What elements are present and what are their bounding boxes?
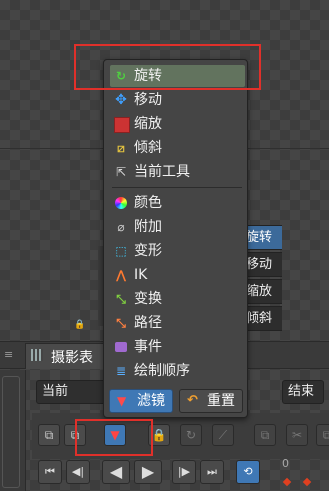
menu-item-label: 变换 [134,291,162,307]
annotation-box [75,419,153,456]
ik-icon: ⋀ [115,268,127,282]
menu-item-label: 路径 [134,315,162,331]
menu-item-label: 当前工具 [134,164,190,180]
keyframe-marker[interactable] [282,477,292,487]
current-dropdown[interactable]: 当前 [36,380,108,404]
menu-item-label: 绘制顺序 [134,363,190,379]
annotation-box [74,44,261,90]
loop-button[interactable]: ↻ [180,424,202,446]
play-forward-button[interactable]: ▶ [134,460,162,484]
current-tool-icon: ⇱ [115,165,127,179]
filter-button-label: 滤镜 [137,393,165,409]
reset-icon: ↶ [187,393,198,408]
end-dropdown-label: 结束 [288,384,315,399]
menu-item-label: 附加 [134,219,162,235]
loop-playback-button[interactable]: ⟲ [236,460,260,484]
timeline-frame-number: 0 [282,457,289,470]
menu-item-ik[interactable]: ⋀ IK [110,264,245,286]
copy-button[interactable]: ⧉ [38,424,60,446]
menu-separator [112,187,242,188]
menu-item-event[interactable]: 事件 [110,336,245,358]
menu-item-label: 缩放 [134,116,162,132]
current-dropdown-label: 当前 [42,384,69,399]
filter-icon: ▼ [117,394,127,408]
keyframe-marker[interactable] [302,477,312,487]
attachment-icon: ⌀ [117,220,125,234]
menu-item-draw-order[interactable]: ≣ 绘制顺序 [110,360,245,382]
menu-item-color[interactable]: 颜色 [110,192,245,214]
menu-item-label: 事件 [134,339,162,355]
transform-constraint-icon: ⤡ [116,292,126,306]
draw-order-icon: ≣ [115,364,127,378]
color-wheel-icon [115,197,127,209]
reset-button-label: 重置 [207,393,235,409]
menu-item-label: 颜色 [134,195,162,211]
right-list-item[interactable]: 移动 [242,252,282,277]
play-backward-button[interactable]: ◀ [102,460,130,484]
menu-item-attachment[interactable]: ⌀ 附加 [110,216,245,238]
menu-item-deform[interactable]: ⬚ 变形 [110,240,245,262]
menu-item-skew[interactable]: ⧄ 倾斜 [110,137,245,159]
end-dropdown[interactable]: 结束 [282,380,324,404]
menu-item-transform[interactable]: ⤡ 变换 [110,288,245,310]
curve-button[interactable]: ⟋ [212,424,234,446]
filter-button[interactable]: ▼ 滤镜 [109,389,173,413]
menu-item-scale[interactable]: 缩放 [110,113,245,135]
right-list-item[interactable]: 旋转 [242,225,282,250]
next-key-button[interactable]: |▶ [172,460,196,484]
menu-item-label: 倾斜 [134,140,162,156]
skew-icon: ⧄ [117,141,125,155]
dopesheet-icon [31,349,43,361]
reset-button[interactable]: ↶ 重置 [179,389,243,413]
left-frame [0,370,26,491]
first-frame-button[interactable]: ⏮ [38,460,62,484]
last-frame-button[interactable]: ⏭ [200,460,224,484]
menu-item-label: 移动 [134,92,162,108]
menu-item-label: 变形 [134,243,162,259]
scale-icon [114,117,130,133]
move-icon: ✥ [115,92,127,108]
menu-item-label: IK [134,267,148,283]
event-icon [115,342,127,352]
more-button[interactable]: ⧉ [316,424,329,446]
path-icon: ⤡ [116,316,126,330]
grip-icon[interactable]: ≡ [4,349,14,361]
menu-item-current-tool[interactable]: ⇱ 当前工具 [110,161,245,183]
deform-icon: ⬚ [115,244,127,258]
menu-item-path[interactable]: ⤡ 路径 [110,312,245,334]
tab-dopesheet-label: 摄影表 [51,350,93,366]
menu-item-move[interactable]: ✥ 移动 [110,89,245,111]
duplicate-button[interactable]: ⧉ [254,424,276,446]
right-list-item[interactable]: 缩放 [242,279,282,304]
cut-button[interactable]: ✂ [286,424,308,446]
right-list-item[interactable]: 倾斜 [242,306,282,331]
prev-key-button[interactable]: ◀| [66,460,90,484]
lock-icon[interactable]: 🔒 [74,320,85,330]
